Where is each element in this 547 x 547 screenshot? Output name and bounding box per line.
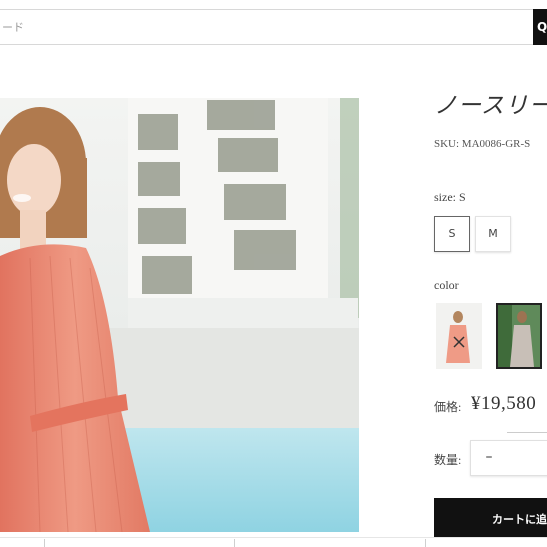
size-option-m[interactable]: M (475, 216, 511, 252)
bottom-tick (44, 539, 45, 547)
product-photo-image (0, 98, 359, 532)
color-label: color (434, 278, 459, 292)
quantity-divider (507, 432, 547, 433)
bottom-divider (0, 537, 547, 547)
add-to-cart-button[interactable]: カートに追 (434, 498, 547, 540)
price-label: 価格: (434, 400, 462, 414)
color-swatch-pink[interactable] (436, 303, 482, 369)
bottom-tick (425, 539, 426, 547)
size-option-s[interactable]: S (434, 216, 470, 252)
swatch-pink-image (436, 303, 482, 369)
quantity-label: 数量: (434, 453, 462, 467)
search-input[interactable] (0, 10, 534, 44)
product-sku: SKU: MA0086-GR-S (434, 138, 531, 150)
search-bar (0, 9, 535, 45)
product-title: ノースリー (434, 93, 547, 118)
size-label: size: S (434, 190, 466, 204)
bottom-tick (234, 539, 235, 547)
quantity-minus-button[interactable]: – (481, 447, 497, 467)
product-photo (0, 98, 359, 532)
search-button[interactable]: Q (533, 9, 547, 45)
swatch-green-image (498, 305, 540, 367)
price-value: ¥19,580 (471, 393, 537, 414)
color-swatch-green[interactable] (496, 303, 542, 369)
